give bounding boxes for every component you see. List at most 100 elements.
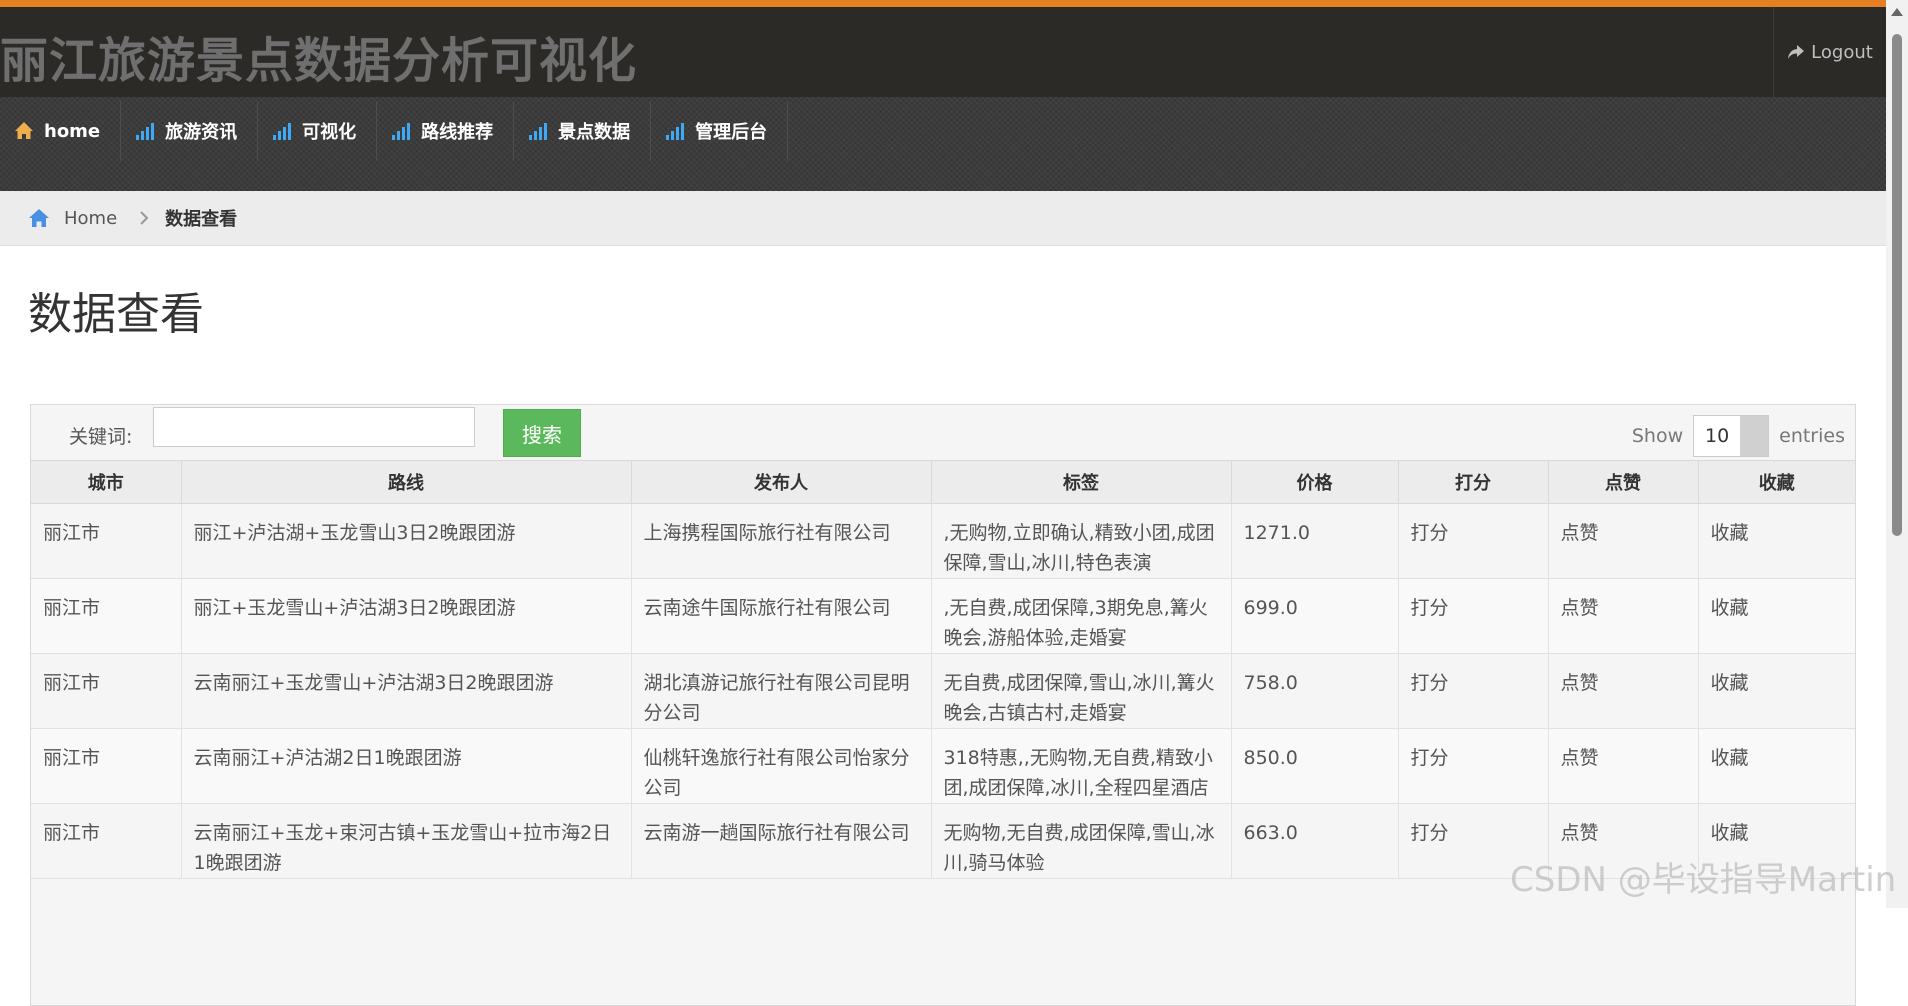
price-cell: 758.0 [1231, 653, 1399, 729]
nav-item-spot-data[interactable]: 景点数据 [514, 101, 652, 161]
chevron-right-icon [140, 211, 149, 225]
route-cell: 云南丽江+玉龙雪山+泸沽湖3日2晚跟团游 [181, 653, 632, 729]
like-link[interactable]: 点赞 [1548, 803, 1699, 879]
nav-item-label: 管理后台 [695, 122, 768, 143]
data-table: 城市 路线 发布人 标签 价格 打分 点赞 收藏 丽江市 丽江+泸沽湖+玉龙雪山… [31, 461, 1855, 879]
nav-item-label: 可视化 [302, 122, 357, 143]
data-table-panel: 关键词: 搜索 Show 10 entries 城市 路线 发布人 标签 价格 … [30, 404, 1856, 1006]
nav-item-label: 路线推荐 [421, 122, 494, 143]
table-row: 丽江市 丽江+玉龙雪山+泸沽湖3日2晚跟团游 云南途牛国际旅行社有限公司 ,无自… [31, 578, 1855, 654]
scroll-up-arrow-icon[interactable] [1891, 8, 1903, 16]
table-row: 丽江市 云南丽江+玉龙雪山+泸沽湖3日2晚跟团游 湖北滇游记旅行社有限公司昆明分… [31, 653, 1855, 729]
nav-item-label: home [44, 120, 101, 142]
route-cell: 云南丽江+玉龙+束河古镇+玉龙雪山+拉市海2日1晚跟团游 [181, 803, 632, 879]
signal-bars-icon [666, 123, 685, 140]
favorite-link[interactable]: 收藏 [1698, 578, 1855, 654]
signal-bars-icon [392, 123, 411, 140]
tags-cell: 无购物,无自费,成团保障,雪山,冰川,骑马体验 [931, 803, 1232, 879]
favorite-link[interactable]: 收藏 [1698, 803, 1855, 879]
publisher-cell: 上海携程国际旅行社有限公司 [631, 503, 932, 579]
column-header[interactable]: 发布人 [631, 461, 932, 504]
price-cell: 850.0 [1231, 728, 1399, 804]
search-button[interactable]: 搜索 [503, 409, 581, 457]
scrollbar-thumb[interactable] [1892, 34, 1902, 536]
price-cell: 699.0 [1231, 578, 1399, 654]
page-title: 数据查看 [28, 289, 204, 340]
price-cell: 663.0 [1231, 803, 1399, 879]
column-header[interactable]: 标签 [931, 461, 1232, 504]
like-link[interactable]: 点赞 [1548, 728, 1699, 804]
nav-item-travel-news[interactable]: 旅游资讯 [121, 101, 259, 161]
route-cell: 丽江+玉龙雪山+泸沽湖3日2晚跟团游 [181, 578, 632, 654]
entries-label: entries [1779, 425, 1845, 447]
column-header[interactable]: 点赞 [1548, 461, 1699, 504]
entries-value: 10 [1705, 425, 1730, 447]
city-cell: 丽江市 [31, 503, 182, 579]
tags-cell: 无自费,成团保障,雪山,冰川,篝火晚会,古镇古村,走婚宴 [931, 653, 1232, 729]
favorite-link[interactable]: 收藏 [1698, 503, 1855, 579]
keyword-label: 关键词: [69, 426, 133, 448]
nav-item-home[interactable]: home [0, 101, 122, 161]
route-cell: 云南丽江+泸沽湖2日1晚跟团游 [181, 728, 632, 804]
city-cell: 丽江市 [31, 728, 182, 804]
city-cell: 丽江市 [31, 803, 182, 879]
favorite-link[interactable]: 收藏 [1698, 653, 1855, 729]
breadcrumb-current: 数据查看 [165, 209, 238, 230]
site-header: 丽江旅游景点数据分析可视化 Logout [0, 7, 1886, 97]
tags-cell: ,无自费,成团保障,3期免息,篝火晚会,游船体验,走婚宴 [931, 578, 1232, 654]
signal-bars-icon [273, 123, 292, 140]
signal-bars-icon [136, 123, 155, 140]
vertical-scrollbar[interactable] [1886, 0, 1908, 908]
table-toolbar: 关键词: 搜索 Show 10 entries [31, 405, 1855, 461]
column-header[interactable]: 打分 [1398, 461, 1549, 504]
city-cell: 丽江市 [31, 653, 182, 729]
show-label: Show [1631, 425, 1684, 447]
rate-link[interactable]: 打分 [1398, 728, 1549, 804]
rate-link[interactable]: 打分 [1398, 653, 1549, 729]
table-row: 丽江市 丽江+泸沽湖+玉龙雪山3日2晚跟团游 上海携程国际旅行社有限公司 ,无购… [31, 503, 1855, 579]
share-arrow-icon [1788, 45, 1805, 59]
select-arrow [1740, 416, 1769, 456]
logout-button[interactable]: Logout [1773, 7, 1886, 97]
table-row: 丽江市 云南丽江+泸沽湖2日1晚跟团游 仙桃轩逸旅行社有限公司怡家分公司 318… [31, 728, 1855, 804]
like-link[interactable]: 点赞 [1548, 503, 1699, 579]
publisher-cell: 云南途牛国际旅行社有限公司 [631, 578, 932, 654]
column-header[interactable]: 路线 [181, 461, 632, 504]
favorite-link[interactable]: 收藏 [1698, 728, 1855, 804]
table-header-row: 城市 路线 发布人 标签 价格 打分 点赞 收藏 [31, 461, 1855, 504]
publisher-cell: 湖北滇游记旅行社有限公司昆明分公司 [631, 653, 932, 729]
keyword-input[interactable] [153, 407, 475, 447]
column-header[interactable]: 城市 [31, 461, 182, 504]
column-header[interactable]: 收藏 [1698, 461, 1855, 504]
top-accent-bar [0, 0, 1886, 7]
home-icon [15, 122, 33, 139]
site-title: 丽江旅游景点数据分析可视化 [0, 33, 638, 89]
tags-cell: ,无购物,立即确认,精致小团,成团保障,雪山,冰川,特色表演 [931, 503, 1232, 579]
signal-bars-icon [529, 123, 548, 140]
logout-label: Logout [1811, 41, 1873, 63]
rate-link[interactable]: 打分 [1398, 503, 1549, 579]
table-row: 丽江市 云南丽江+玉龙+束河古镇+玉龙雪山+拉市海2日1晚跟团游 云南游一趟国际… [31, 803, 1855, 879]
publisher-cell: 仙桃轩逸旅行社有限公司怡家分公司 [631, 728, 932, 804]
column-header[interactable]: 价格 [1231, 461, 1399, 504]
publisher-cell: 云南游一趟国际旅行社有限公司 [631, 803, 932, 879]
entries-select[interactable]: 10 [1693, 415, 1770, 457]
main-nav: home 旅游资讯 可视化 路线推荐 景点数据 管理后台 [0, 97, 1886, 192]
home-icon [29, 209, 49, 227]
like-link[interactable]: 点赞 [1548, 653, 1699, 729]
entries-control: Show 10 entries [1632, 415, 1845, 457]
rate-link[interactable]: 打分 [1398, 803, 1549, 879]
breadcrumb-home-link[interactable]: Home [64, 208, 117, 229]
rate-link[interactable]: 打分 [1398, 578, 1549, 654]
breadcrumb: Home 数据查看 [0, 191, 1886, 246]
price-cell: 1271.0 [1231, 503, 1399, 579]
city-cell: 丽江市 [31, 578, 182, 654]
route-cell: 丽江+泸沽湖+玉龙雪山3日2晚跟团游 [181, 503, 632, 579]
tags-cell: 318特惠,,无购物,无自费,精致小团,成团保障,冰川,全程四星酒店 [931, 728, 1232, 804]
nav-item-label: 景点数据 [558, 122, 631, 143]
like-link[interactable]: 点赞 [1548, 578, 1699, 654]
nav-item-visualization[interactable]: 可视化 [258, 101, 378, 161]
nav-item-route-recommend[interactable]: 路线推荐 [377, 101, 515, 161]
nav-item-label: 旅游资讯 [165, 122, 238, 143]
nav-item-admin[interactable]: 管理后台 [651, 101, 789, 161]
